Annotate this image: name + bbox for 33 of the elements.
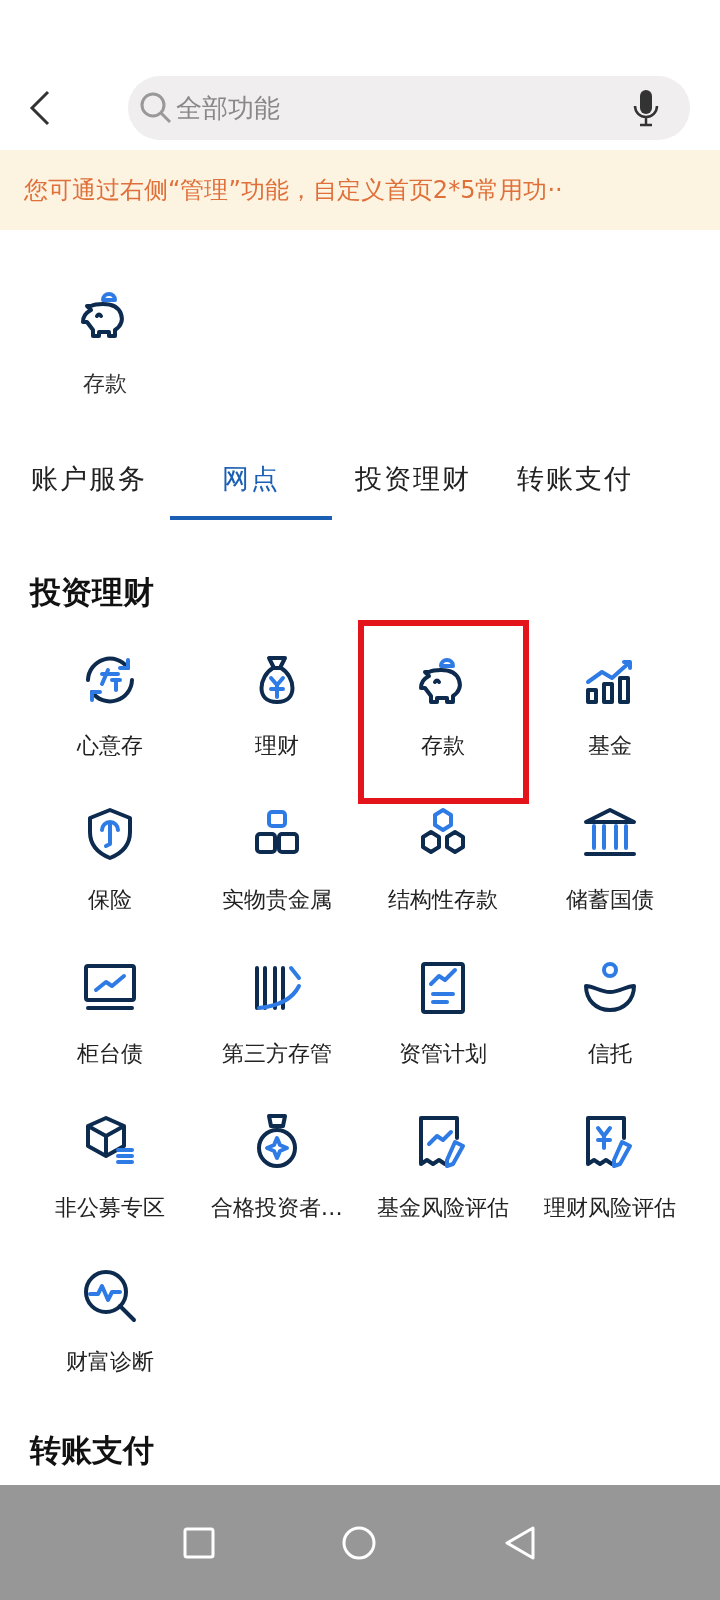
feature-item[interactable]: 储蓄国债: [526, 796, 693, 914]
search-field[interactable]: 全部功能: [128, 76, 690, 140]
feature-item[interactable]: 柜台债: [27, 950, 194, 1068]
search-input[interactable]: 全部功能: [176, 88, 632, 128]
home-icon[interactable]: [341, 1524, 377, 1561]
feature-item[interactable]: 实物贵金属: [193, 796, 360, 914]
feature-item[interactable]: 第三方存管: [193, 950, 360, 1068]
feature-item[interactable]: 理财: [193, 642, 360, 760]
notice-banner: 您可通过右侧“管理”功能，自定义首页2*5常用功··: [0, 150, 720, 230]
feature-item[interactable]: 存款: [360, 642, 527, 760]
section-title: 投资理财: [28, 573, 155, 612]
category-tab[interactable]: 网点: [170, 442, 332, 520]
back-icon: [28, 88, 52, 128]
feature-item[interactable]: 理财风险评估: [526, 1104, 693, 1222]
category-tab[interactable]: 投资理财: [332, 442, 494, 520]
feature-item[interactable]: 资管计划: [360, 950, 527, 1068]
favorite-item[interactable]: 存款: [20, 282, 190, 398]
feature-item[interactable]: 结构性存款: [360, 796, 527, 914]
feature-item[interactable]: 保险: [27, 796, 194, 914]
feature-item[interactable]: 非公募专区: [27, 1104, 194, 1222]
recent-apps-icon[interactable]: [183, 1526, 215, 1559]
section-title: 转账支付: [28, 1431, 155, 1470]
category-tab[interactable]: 转账支付: [494, 442, 656, 520]
feature-item[interactable]: 心意存: [27, 642, 194, 760]
back-icon[interactable]: [503, 1524, 537, 1561]
feature-item[interactable]: 财富诊断: [27, 1258, 194, 1376]
feature-item[interactable]: 合格投资者…: [193, 1104, 360, 1222]
feature-item[interactable]: 基金: [526, 642, 693, 760]
feature-item[interactable]: 信托: [526, 950, 693, 1068]
search-icon: [138, 90, 174, 126]
category-tab[interactable]: 账户服务: [8, 442, 170, 520]
feature-item[interactable]: 基金风险评估: [360, 1104, 527, 1222]
microphone-icon[interactable]: [632, 88, 660, 128]
